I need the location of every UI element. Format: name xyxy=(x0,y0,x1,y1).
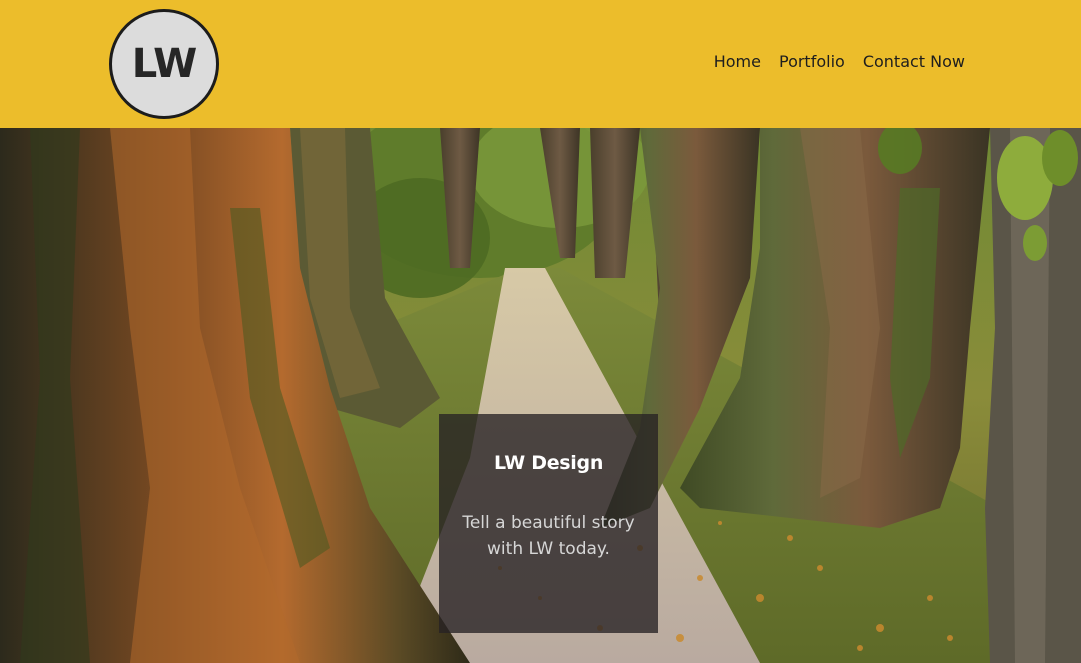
nav-link-portfolio[interactable]: Portfolio xyxy=(779,52,845,71)
logo-text: LW xyxy=(131,41,198,87)
nav-link-home[interactable]: Home xyxy=(714,52,761,71)
hero-card: LW Design Tell a beautiful story with LW… xyxy=(439,414,658,633)
main-nav: Home Portfolio Contact Now xyxy=(714,52,965,71)
hero-section: LW Design Tell a beautiful story with LW… xyxy=(0,128,1081,663)
logo[interactable]: LW xyxy=(109,9,219,119)
hero-card-text: Tell a beautiful story with LW today. xyxy=(462,513,635,559)
site-header: LW Home Portfolio Contact Now xyxy=(0,0,1081,128)
hero-card-title: LW Design xyxy=(493,452,604,474)
nav-link-contact[interactable]: Contact Now xyxy=(863,52,965,71)
